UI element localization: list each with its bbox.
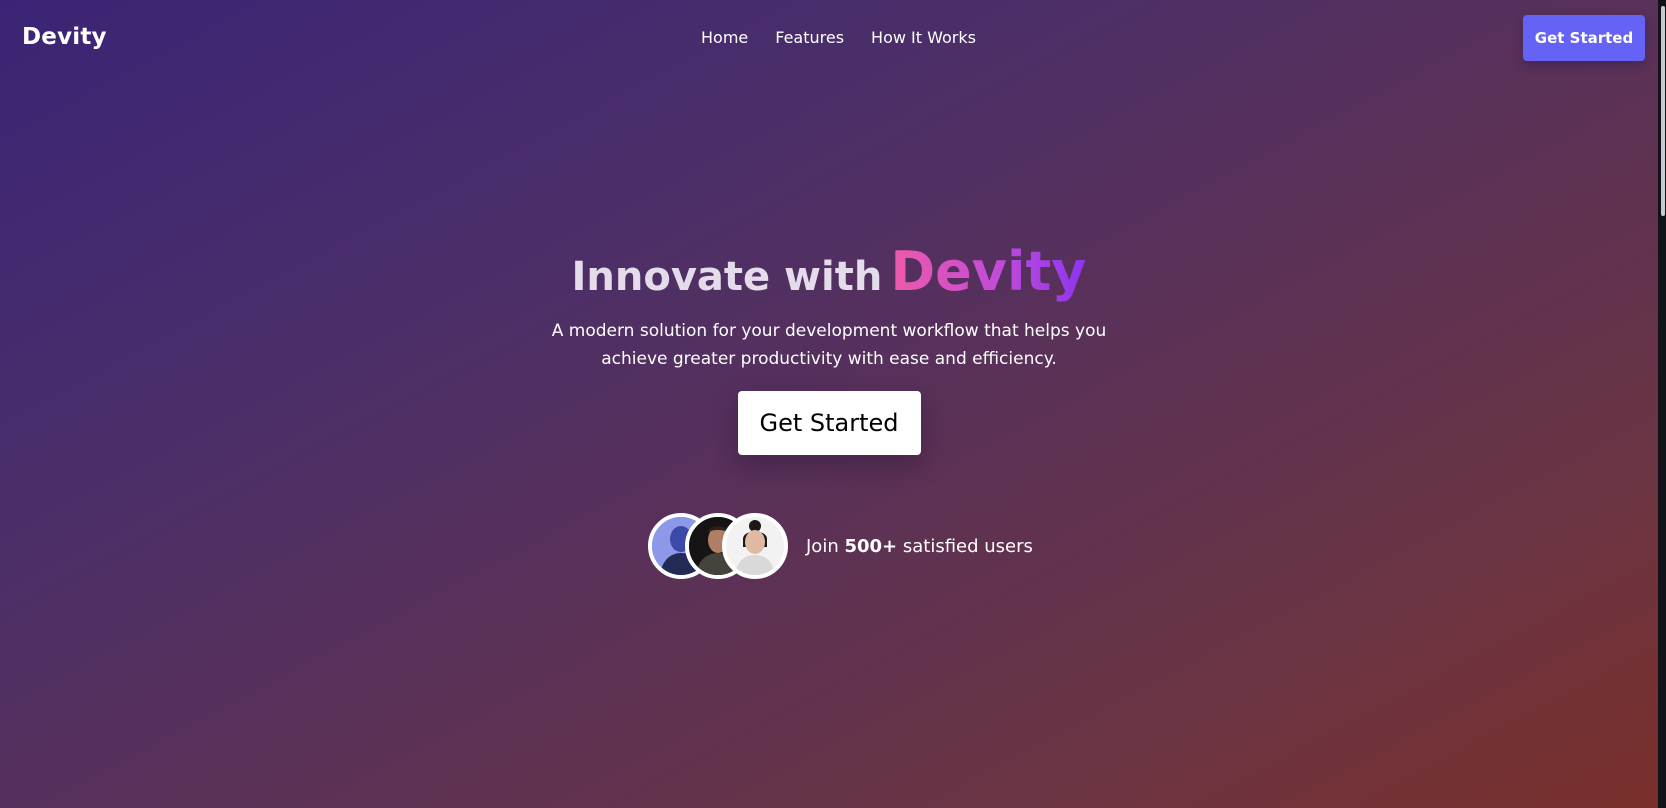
nav-link-features[interactable]: Features — [775, 28, 844, 47]
person-portrait-icon — [726, 517, 784, 575]
social-proof-text: Join 500+ satisfied users — [806, 536, 1033, 557]
hero-get-started-button[interactable]: Get Started — [737, 391, 921, 455]
user-avatar-3 — [722, 513, 788, 579]
social-proof: Join 500+ satisfied users — [648, 513, 1033, 579]
user-count: 500+ — [844, 535, 898, 557]
nav-link-how-it-works[interactable]: How It Works — [871, 28, 976, 47]
scrollbar-thumb[interactable] — [1661, 6, 1665, 216]
user-avatars — [648, 513, 788, 579]
nav-links: Home Features How It Works — [701, 28, 976, 47]
social-proof-suffix: satisfied users — [902, 535, 1033, 557]
logo[interactable]: Devity — [22, 24, 107, 50]
window-edge — [1658, 0, 1666, 808]
nav-link-home[interactable]: Home — [701, 28, 748, 47]
navbar: Devity Home Features How It Works Get St… — [0, 0, 1658, 76]
hero-section: Innovate with Devity A modern solution fo… — [0, 240, 1658, 455]
social-proof-prefix: Join — [806, 535, 839, 557]
hero-title: Innovate with Devity — [572, 240, 1087, 303]
header-get-started-button[interactable]: Get Started — [1523, 15, 1645, 61]
hero-title-prefix: Innovate with — [571, 254, 883, 300]
hero-title-brand: Devity — [890, 240, 1087, 303]
hero-subtitle: A modern solution for your development w… — [551, 321, 1107, 369]
